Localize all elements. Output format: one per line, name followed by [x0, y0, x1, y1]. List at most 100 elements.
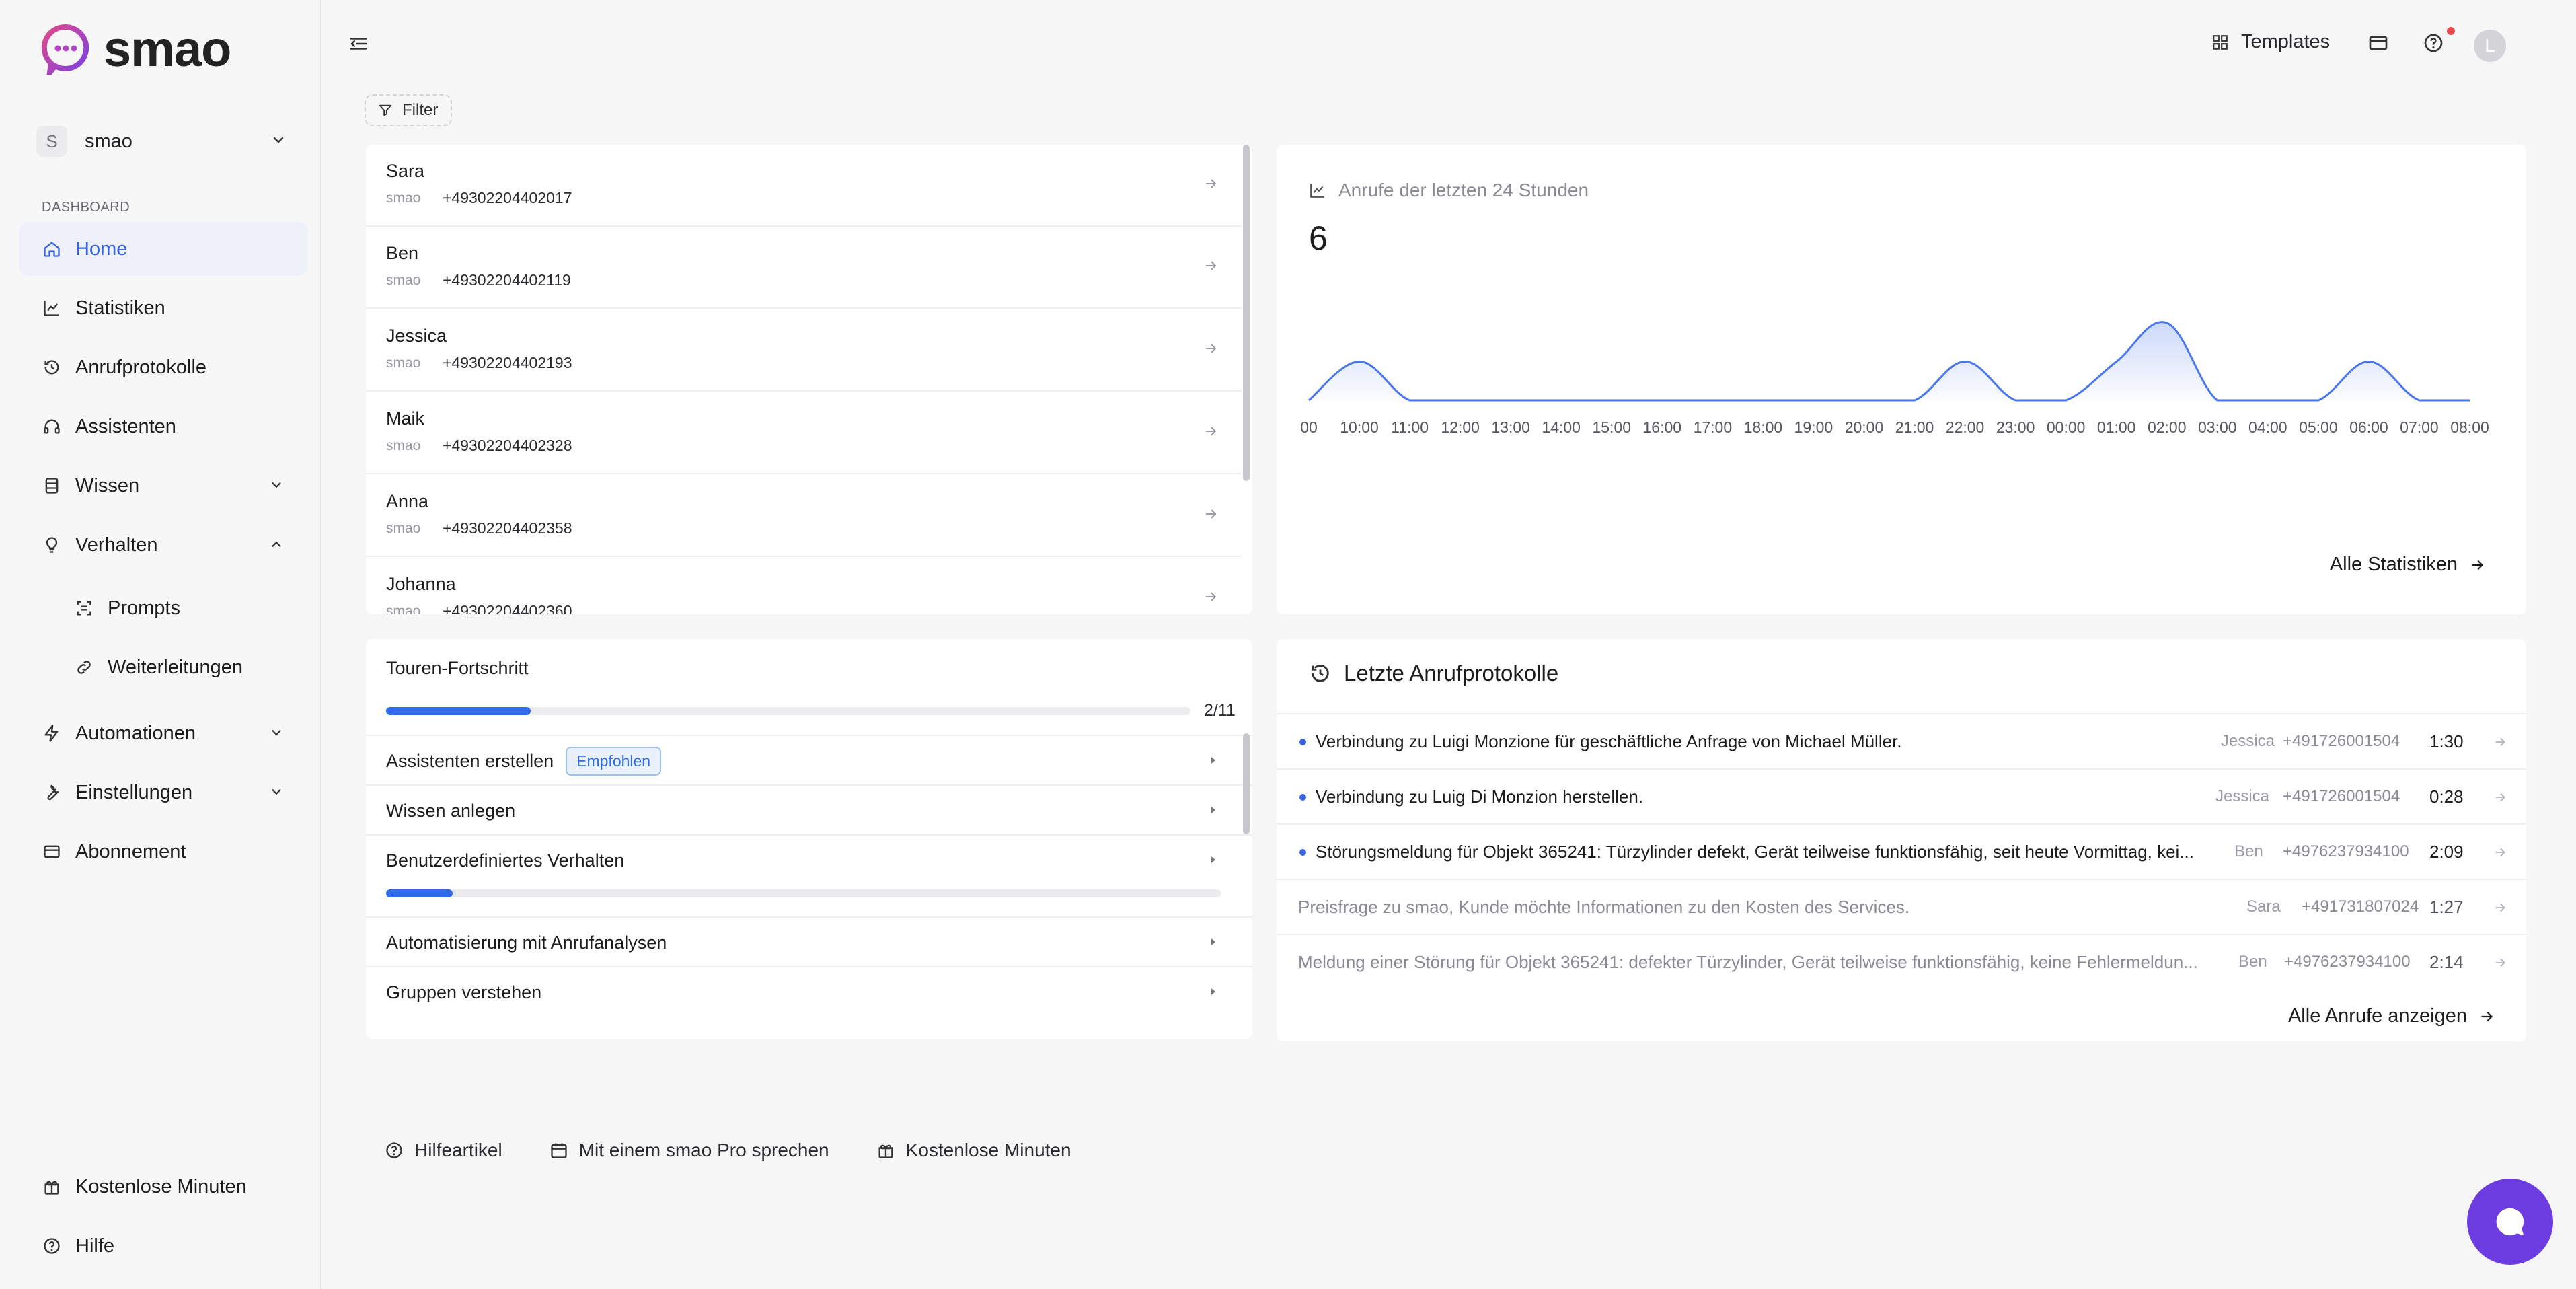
- tour-item-automatisierung[interactable]: Automatisierung mit Anrufanalysen: [366, 916, 1252, 966]
- sidebar-item-assistenten[interactable]: Assistenten: [19, 400, 308, 453]
- call-row[interactable]: Meldung einer Störung für Objekt 365241:…: [1277, 934, 2526, 989]
- call-row[interactable]: Verbindung zu Luig Di Monzion herstellen…: [1277, 768, 2526, 823]
- arrow-right-icon: [2481, 1011, 2493, 1021]
- filter-button[interactable]: Filter: [365, 94, 452, 126]
- list-item[interactable]: Johanna smao +49302204402360: [366, 558, 1242, 614]
- call-phone: +491731807024: [2302, 897, 2419, 916]
- arrow-right-icon: [1203, 423, 1219, 443]
- help-icon: [42, 1236, 62, 1256]
- org-switcher[interactable]: S smao: [36, 125, 287, 157]
- contact-phone: +49302204402193: [443, 354, 572, 371]
- calendar-icon: [551, 1143, 567, 1158]
- call-phone: +4976237934100: [2283, 842, 2409, 860]
- footer-link-label: Kostenlose Minuten: [905, 1140, 1071, 1161]
- caret-right-icon: [1208, 936, 1219, 951]
- x-tick-label: 00:00: [2047, 418, 2086, 436]
- x-tick-label: 19:00: [1794, 418, 1833, 436]
- talk-to-pro-link[interactable]: Mit einem smao Pro sprechen: [550, 1140, 829, 1161]
- sidebar-item-verhalten[interactable]: Verhalten: [19, 518, 308, 572]
- sidebar-item-home[interactable]: Home: [19, 222, 308, 276]
- sidebar-item-prompts[interactable]: Prompts: [19, 581, 308, 635]
- arrow-right-icon: [2493, 900, 2507, 918]
- tour-title: Touren-Fortschritt: [386, 658, 529, 678]
- x-tick-label: 10:00: [1340, 418, 1379, 436]
- contact-name: Ben: [386, 243, 419, 263]
- list-scrollbar[interactable]: [1243, 145, 1250, 481]
- x-tick-label: 11:00: [1391, 418, 1429, 436]
- chevron-down-icon: [269, 478, 284, 496]
- sidebar-item-abonnement[interactable]: Abonnement: [19, 825, 308, 879]
- chart-title-text: Anrufe der letzten 24 Stunden: [1338, 180, 1589, 200]
- user-avatar[interactable]: L: [2474, 30, 2506, 62]
- billing-icon[interactable]: [2367, 32, 2389, 57]
- tour-item-label: Automatisierung mit Anrufanalysen: [386, 932, 667, 953]
- call-duration: 2:09: [2429, 842, 2464, 862]
- smao-logo-icon: [39, 23, 91, 82]
- history-icon: [1312, 665, 1329, 682]
- all-calls-link[interactable]: Alle Anrufe anzeigen: [2288, 1005, 2495, 1027]
- list-item[interactable]: Maik smao +49302204402328: [366, 392, 1242, 474]
- x-tick-label: 16:00: [1643, 418, 1682, 436]
- list-item[interactable]: Anna smao +49302204402358: [366, 475, 1242, 557]
- list-item[interactable]: Jessica smao +49302204402193: [366, 309, 1242, 392]
- x-tick-label: 23:00: [1996, 418, 2035, 436]
- logo[interactable]: smao: [39, 20, 231, 82]
- tour-item-label: Assistenten erstellen: [386, 751, 554, 771]
- topbar: Templates L: [323, 0, 2576, 91]
- contact-phone: +49302204402358: [443, 519, 572, 537]
- wrench-icon: [42, 782, 62, 803]
- org-avatar: S: [36, 126, 67, 157]
- sidebar-item-label: Hilfe: [75, 1235, 115, 1257]
- call-agent: Jessica: [2221, 732, 2275, 750]
- tour-scrollbar[interactable]: [1243, 733, 1250, 834]
- calls-chart-card: 00 10:00 11:00 12:00 13:00 14:00 15:00 16:00 17:…: [1277, 145, 2526, 614]
- notification-dot: [2447, 27, 2455, 35]
- contact-name: Jessica: [386, 326, 447, 346]
- sidebar-item-wissen[interactable]: Wissen: [19, 459, 308, 513]
- call-summary: Meldung einer Störung für Objekt 365241:…: [1298, 952, 2198, 972]
- sidebar-item-hilfe[interactable]: Hilfe: [19, 1219, 308, 1273]
- call-row[interactable]: Verbindung zu Luigi Monzione für geschäf…: [1277, 713, 2526, 768]
- link-icon: [74, 657, 94, 677]
- list-item[interactable]: Ben smao +49302204402119: [366, 227, 1242, 309]
- tour-item-wissen-anlegen[interactable]: Wissen anlegen: [366, 784, 1252, 834]
- sidebar-toggle-icon[interactable]: [348, 34, 369, 57]
- caret-right-icon: [1208, 854, 1219, 869]
- help-icon[interactable]: [2423, 32, 2444, 57]
- call-row[interactable]: Störungsmeldung für Objekt 365241: Türzy…: [1277, 823, 2526, 879]
- tour-item-gruppen-verstehen[interactable]: Gruppen verstehen: [366, 966, 1252, 1016]
- all-statistics-link[interactable]: Alle Statistiken: [2330, 554, 2486, 576]
- recent-calls-card: Letzte Anrufprotokolle Verbindung zu Lui…: [1277, 639, 2526, 1041]
- tour-item-assistenten-erstellen[interactable]: Assistenten erstellen Empfohlen: [366, 735, 1252, 784]
- call-summary: Störungsmeldung für Objekt 365241: Türzy…: [1316, 842, 2195, 862]
- call-agent: Jessica: [2215, 787, 2270, 805]
- item-progress-bar: [386, 889, 1221, 897]
- list-item[interactable]: Sara smao +49302204402017: [366, 145, 1242, 227]
- sidebar-item-anrufprotokolle[interactable]: Anrufprotokolle: [19, 340, 308, 394]
- sidebar-item-automationen[interactable]: Automationen: [19, 706, 308, 760]
- sidebar-item-weiterleitungen[interactable]: Weiterleitungen: [19, 640, 308, 694]
- arrow-right-icon: [1203, 506, 1219, 525]
- chat-launcher-button[interactable]: [2467, 1179, 2553, 1265]
- templates-button[interactable]: Templates: [2211, 31, 2330, 53]
- sidebar-item-statistiken[interactable]: Statistiken: [19, 281, 308, 335]
- free-minutes-link[interactable]: Kostenlose Minuten: [876, 1140, 1071, 1161]
- caret-right-icon: [1208, 805, 1219, 819]
- tour-item-benutzerdefiniertes-verhalten[interactable]: Benutzerdefiniertes Verhalten: [366, 834, 1252, 910]
- sidebar-item-label: Prompts: [108, 597, 180, 619]
- bolt-icon: [42, 723, 62, 743]
- call-row[interactable]: Preisfrage zu smao, Kunde möchte Informa…: [1277, 879, 2526, 934]
- sidebar-item-einstellungen[interactable]: Einstellungen: [19, 766, 308, 819]
- contact-org: smao: [386, 438, 421, 453]
- chart-title: Anrufe der letzten 24 Stunden: [1309, 180, 1589, 201]
- call-phone: +491726001504: [2283, 787, 2400, 805]
- x-tick-label: 04:00: [2248, 418, 2287, 436]
- help-articles-link[interactable]: Hilfeartikel: [385, 1140, 502, 1161]
- call-agent: Sara: [2246, 897, 2281, 916]
- contact-name: Sara: [386, 161, 425, 181]
- sidebar-item-kostenlose-minuten[interactable]: Kostenlose Minuten: [19, 1160, 308, 1214]
- footer-link-label: Mit einem smao Pro sprechen: [578, 1140, 829, 1161]
- x-tick-label: 03:00: [2198, 418, 2237, 436]
- contact-org: smao: [386, 272, 421, 288]
- sidebar-item-label: Assistenten: [75, 415, 176, 437]
